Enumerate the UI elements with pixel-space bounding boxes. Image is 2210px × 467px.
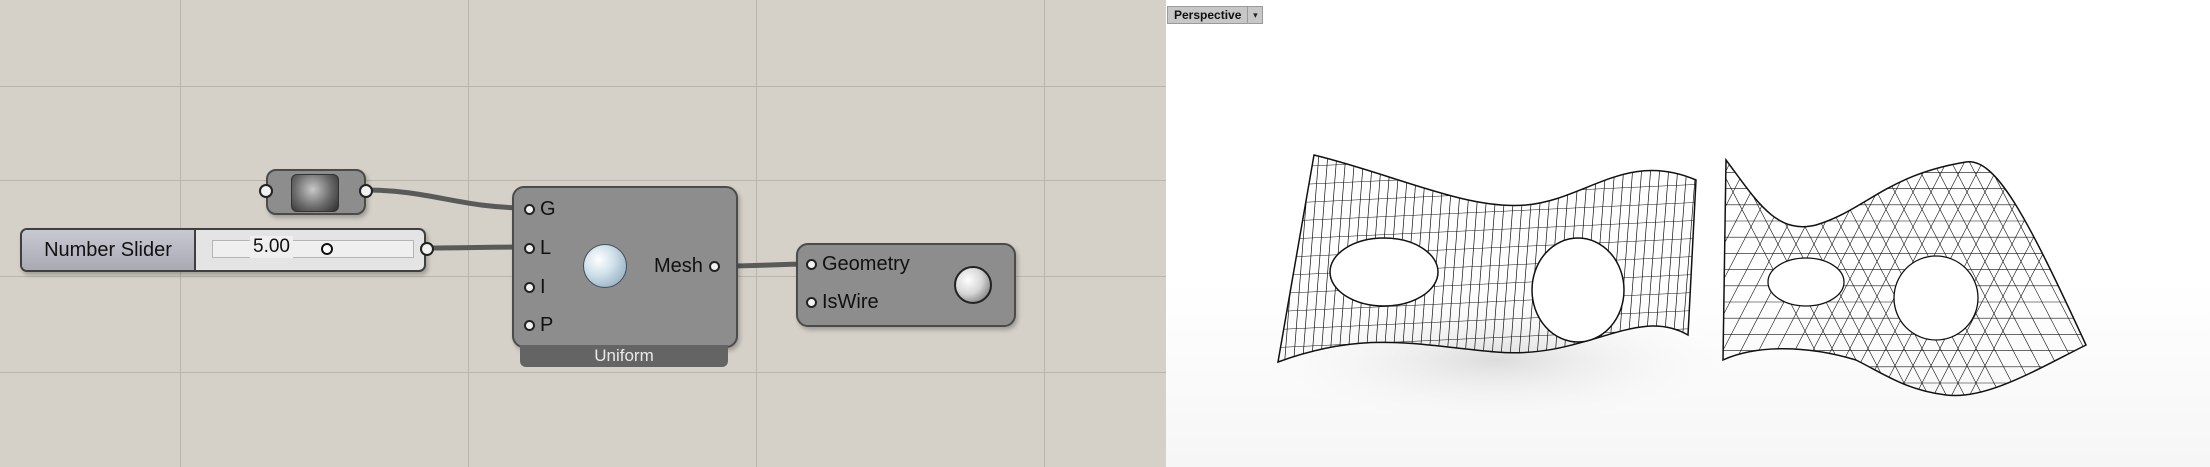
port-dot[interactable]	[524, 282, 535, 293]
input-port-geometry[interactable]: Geometry	[806, 253, 910, 276]
wireframe-edge	[1993, 160, 2086, 396]
mesh-hole-left	[1767, 257, 1845, 307]
wireframe-edge	[2102, 140, 2210, 410]
port-label: IsWire	[822, 291, 879, 313]
dropdown-arrow-icon[interactable]: ▾	[1248, 6, 1264, 24]
surface-hole-right	[1531, 237, 1625, 343]
port-dot[interactable]	[524, 243, 535, 254]
wireframe-edge	[2065, 160, 2086, 396]
remesh-sphere-icon	[583, 244, 627, 288]
surface-hole-left	[1329, 237, 1439, 307]
remesh-component[interactable]: G L I P Mesh	[512, 186, 738, 348]
wire-param-to-g	[365, 187, 529, 211]
wireframe-edge	[2011, 160, 2086, 396]
wireframe-edge	[2047, 160, 2086, 396]
viewport-tab[interactable]: Perspective ▾	[1167, 6, 1264, 24]
wireframe-edge	[1278, 165, 1696, 187]
mesh-param-node[interactable]	[259, 169, 373, 215]
component-name-label: Uniform	[520, 345, 728, 367]
ground-shadow	[1236, 290, 1756, 430]
param-input-grip[interactable]	[259, 184, 273, 198]
port-dot[interactable]	[524, 320, 535, 331]
sphere-preview-icon	[954, 266, 992, 304]
grasshopper-canvas[interactable]: Number Slider 5.00 G L I P Mesh Uniform	[0, 0, 1166, 467]
port-label: G	[540, 198, 556, 220]
wireframe-edge	[1266, 130, 1706, 150]
wireframe-edge	[1961, 160, 2086, 396]
port-dot[interactable]	[708, 261, 720, 272]
wireframe-edge	[1278, 219, 1696, 241]
input-port-i[interactable]: I	[524, 276, 546, 299]
perspective-viewport[interactable]: Perspective ▾	[1166, 0, 2210, 467]
wireframe-edge	[2029, 160, 2086, 396]
input-port-l[interactable]: L	[524, 237, 551, 260]
input-port-g[interactable]: G	[524, 198, 556, 221]
wireframe-edge	[2083, 160, 2086, 396]
wireframe-edge	[1278, 155, 1696, 169]
slider-track[interactable]	[212, 240, 414, 258]
mesh-param-icon	[291, 174, 339, 212]
wireframe-edge	[1278, 237, 1696, 259]
port-label: L	[540, 237, 552, 259]
wireframe-edge	[1957, 160, 2086, 396]
wireframe-edge	[1975, 160, 2086, 396]
slider-label: Number Slider	[22, 230, 196, 270]
port-label: Mesh	[654, 255, 703, 277]
port-label: I	[540, 276, 546, 298]
viewport-title[interactable]: Perspective	[1167, 6, 1249, 24]
input-port-p[interactable]: P	[524, 314, 553, 337]
port-dot[interactable]	[524, 204, 535, 215]
param-output-grip[interactable]	[359, 184, 373, 198]
input-port-iswire[interactable]: IsWire	[806, 291, 879, 314]
port-label: P	[540, 314, 554, 336]
number-slider[interactable]: Number Slider 5.00	[20, 228, 434, 272]
port-dot[interactable]	[806, 297, 817, 308]
port-label: Geometry	[822, 253, 910, 275]
slider-output-grip[interactable]	[420, 242, 434, 256]
preview-component[interactable]: Geometry IsWire	[796, 243, 1016, 327]
output-port-mesh[interactable]: Mesh	[654, 255, 720, 278]
slider-value: 5.00	[250, 236, 293, 258]
port-dot[interactable]	[806, 259, 817, 270]
slider-knob[interactable]	[321, 243, 333, 255]
mesh-hole-right	[1893, 255, 1979, 341]
viewport-geometry	[1236, 130, 2210, 430]
